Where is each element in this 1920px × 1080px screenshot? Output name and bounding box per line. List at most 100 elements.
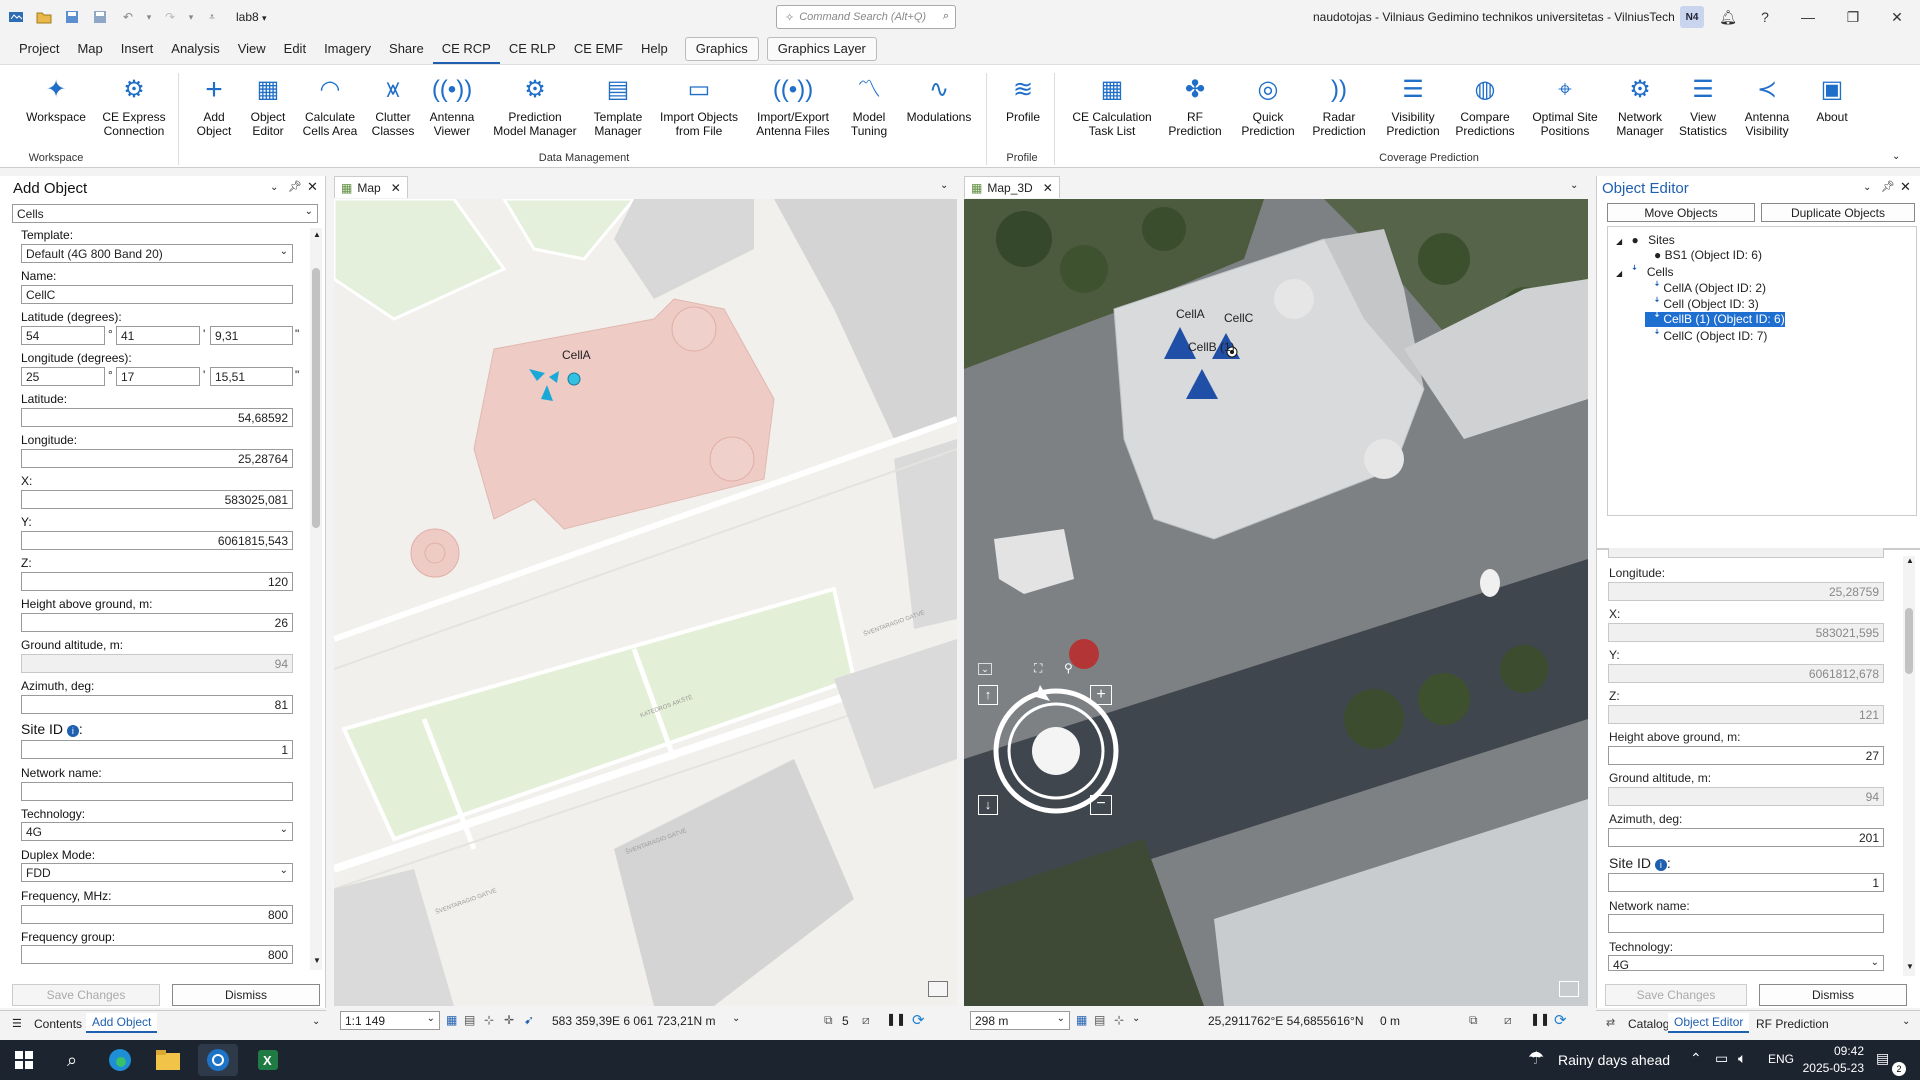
chevron-down-icon[interactable]: ⌄ — [1132, 1013, 1140, 1024]
undo-dropdown-icon[interactable]: ▾ — [144, 5, 154, 29]
nav-collapse-icon[interactable]: ⌄ — [978, 663, 992, 675]
panel-menu-icon[interactable]: ⌄ — [1863, 182, 1871, 193]
longitude-sec-field[interactable]: 15,51 — [210, 367, 293, 386]
volume-icon[interactable]: 🔈︎ — [1738, 1050, 1746, 1067]
network-name-field[interactable] — [1608, 914, 1884, 933]
legend-icon[interactable] — [928, 981, 948, 997]
tree-node-bs1[interactable]: ● BS1 (Object ID: 6) — [1654, 248, 1762, 262]
ribbon-optimal-site-positions-button[interactable]: ⌖ Optimal Site Positions — [1527, 73, 1603, 139]
arcgis-pro-icon[interactable] — [198, 1044, 238, 1076]
scroll-thumb[interactable] — [312, 268, 320, 528]
name-field[interactable]: CellC — [21, 285, 293, 304]
menu-view[interactable]: View — [229, 34, 275, 64]
scroll-down-icon[interactable]: ▼ — [1906, 962, 1914, 971]
file-explorer-icon[interactable] — [148, 1044, 188, 1076]
full-extent-icon[interactable]: ⛶ — [1034, 661, 1042, 676]
search-icon[interactable]: ⌕ — [52, 1044, 92, 1076]
windows-start-icon[interactable] — [4, 1044, 44, 1076]
ribbon-antenna-viewer-button[interactable]: ((•)) Antenna Viewer — [424, 73, 480, 139]
tab-rf-prediction[interactable]: RF Prediction — [1750, 1015, 1835, 1033]
weather-icon[interactable]: ☂ — [1528, 1048, 1544, 1069]
tab-add-object[interactable]: Add Object — [86, 1013, 158, 1033]
ribbon-quick-prediction-button[interactable]: ◎ Quick Prediction — [1235, 73, 1301, 139]
redo-icon[interactable]: ↷ — [158, 5, 182, 29]
scale-select[interactable]: 1:1 149 ⌄ — [340, 1011, 440, 1030]
clock-date[interactable]: 2025-05-23 — [1800, 1061, 1864, 1075]
filter-icon[interactable]: ⧄ — [862, 1013, 870, 1028]
tree-node-cellb-selected[interactable]: ꜜ CellB (1) (Object ID: 6) — [1645, 312, 1785, 327]
menu-share[interactable]: Share — [380, 34, 433, 64]
site-id-field[interactable]: 1 — [21, 740, 293, 759]
technology-select[interactable]: 4G ⌄ — [21, 822, 293, 841]
save-changes-button[interactable]: Save Changes — [12, 984, 160, 1006]
tray-expand-icon[interactable]: ⌃ — [1690, 1050, 1702, 1067]
ribbon-prediction-model-manager-button[interactable]: ⚙ Prediction Model Manager — [490, 73, 580, 139]
latitude-field[interactable]: 54,68592 — [21, 408, 293, 427]
tab-map-3d[interactable]: ▦ Map_3D ✕ — [964, 176, 1060, 198]
map-2d-view[interactable]: CellA KATEDROS AIKŠTĖ ŠVENTARAGIO GATVĖ … — [334, 199, 957, 1006]
refresh-icon[interactable]: ⟳ — [912, 1011, 925, 1029]
pin-icon[interactable]: 📌︎ — [288, 180, 302, 193]
tree-node-cella[interactable]: ꜜ CellA (Object ID: 2) — [1654, 281, 1766, 295]
help-icon[interactable]: ? — [1748, 4, 1782, 30]
weather-text[interactable]: Rainy days ahead — [1558, 1052, 1670, 1068]
close-window-icon[interactable]: ✕ — [1880, 4, 1914, 30]
dismiss-button[interactable]: Dismiss — [1759, 984, 1907, 1006]
duplicate-objects-button[interactable]: Duplicate Objects — [1761, 203, 1915, 222]
object-editor-scrollbar[interactable]: ▲ ▼ — [1903, 556, 1915, 976]
expand-icon[interactable]: ◢ — [1616, 237, 1622, 246]
close-panel-icon[interactable]: ✕ — [307, 179, 318, 195]
minimize-icon[interactable]: — — [1791, 4, 1825, 30]
longitude-field[interactable]: 25,28764 — [21, 449, 293, 468]
restore-icon[interactable]: ❐ — [1836, 4, 1870, 30]
close-tab-icon[interactable]: ✕ — [1043, 181, 1053, 195]
scroll-thumb[interactable] — [1905, 608, 1913, 674]
chevron-down-icon[interactable]: ⌄ — [732, 1013, 740, 1024]
tab-graphics[interactable]: Graphics — [684, 37, 759, 61]
ribbon-model-tuning-button[interactable]: 〽 Model Tuning — [839, 73, 899, 139]
ribbon-collapse-icon[interactable]: ⌄ — [1892, 151, 1900, 162]
z-field[interactable]: 120 — [21, 572, 293, 591]
move-objects-button[interactable]: Move Objects — [1607, 203, 1755, 222]
ribbon-ce-calculation-task-list-button[interactable]: ▦ CE Calculation Task List — [1066, 73, 1158, 139]
scroll-up-icon[interactable]: ▲ — [313, 230, 321, 239]
ribbon-clutter-classes-button[interactable]: ⩙ Clutter Classes — [367, 73, 419, 139]
tab-graphics-layer[interactable]: Graphics Layer — [766, 37, 877, 61]
ribbon-template-manager-button[interactable]: ▤ Template Manager — [585, 73, 651, 139]
latitude-sec-field[interactable]: 9,31 — [210, 326, 293, 345]
menu-edit[interactable]: Edit — [275, 34, 315, 64]
latitude-min-field[interactable]: 41 — [116, 326, 200, 345]
tree-node-cells[interactable]: ◢ ꜜ Cells — [1616, 265, 1674, 279]
clock-time[interactable]: 09:42 — [1800, 1044, 1864, 1058]
ribbon-about-button[interactable]: ▣ About — [1807, 73, 1857, 125]
tab-contents[interactable]: Contents — [28, 1015, 88, 1033]
save-icon[interactable] — [60, 5, 84, 29]
map-3d-view[interactable]: CellA CellC CellB (1) ⌄ ⛶ ⚲ ↑ ↓ + − — [964, 199, 1588, 1006]
site-id-field[interactable]: 1 — [1608, 873, 1884, 892]
grid-view-icon[interactable]: ▦ — [1076, 1013, 1087, 1027]
menu-analysis[interactable]: Analysis — [162, 34, 228, 64]
menu-help[interactable]: Help — [632, 34, 677, 64]
ribbon-ce-express-connection-button[interactable]: ⚙ CE Express Connection — [97, 73, 171, 139]
excel-icon[interactable]: X — [248, 1044, 288, 1076]
save-changes-button[interactable]: Save Changes — [1605, 984, 1747, 1006]
scroll-up-icon[interactable]: ▲ — [1906, 556, 1914, 565]
ribbon-workspace-button[interactable]: ✦ Workspace — [26, 73, 86, 125]
legend-3d-icon[interactable] — [1559, 981, 1579, 997]
frequency-field[interactable]: 800 — [21, 905, 293, 924]
notifications-icon[interactable]: 🔔︎ — [1711, 4, 1745, 30]
add-object-scrollbar[interactable]: ▲ ▼ — [310, 228, 322, 970]
snapping-icon[interactable]: ⊹ — [484, 1013, 494, 1027]
menu-ce-emf[interactable]: CE EMF — [565, 34, 632, 64]
cell-markers-2d[interactable] — [529, 369, 609, 419]
longitude-deg-field[interactable]: 25 — [21, 367, 105, 386]
ribbon-modulations-button[interactable]: ∿ Modulations — [899, 73, 979, 125]
language-indicator[interactable]: ENG — [1768, 1052, 1794, 1066]
object-type-select[interactable]: Cells ⌄ — [12, 204, 318, 223]
ribbon-profile-button[interactable]: ≋ Profile — [998, 73, 1048, 125]
arrow-tool-icon[interactable]: ➹ — [524, 1013, 534, 1027]
tree-node-cell[interactable]: ꜜ Cell (Object ID: 3) — [1654, 297, 1759, 311]
tree-node-sites[interactable]: ◢ ● Sites — [1616, 233, 1675, 247]
refresh-icon[interactable]: ⟳ — [1554, 1011, 1567, 1029]
undo-icon[interactable]: ↶ — [116, 5, 140, 29]
